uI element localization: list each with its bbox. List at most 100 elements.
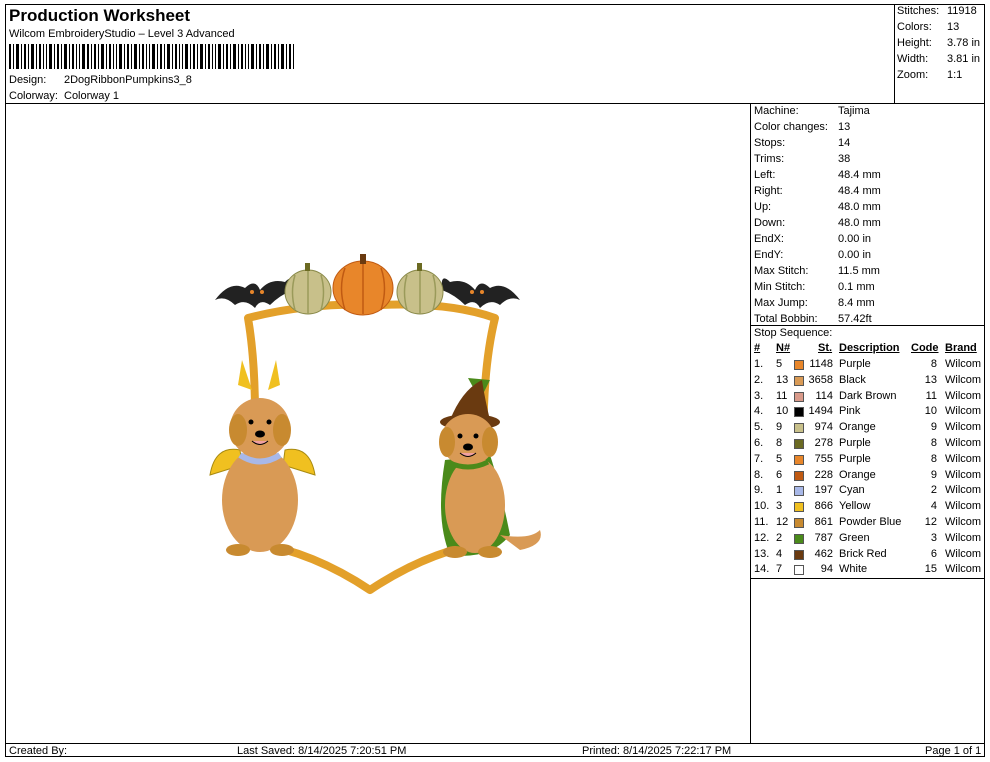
spec-value: 48.0 mm	[838, 217, 881, 229]
needle-number: 8	[776, 437, 783, 449]
needle-number: 10	[776, 405, 789, 418]
stop-number: 1.	[754, 358, 764, 370]
header-bottom-line	[5, 103, 985, 104]
stop-number: 14.	[754, 563, 770, 576]
needle-number: 13	[776, 373, 789, 386]
spec-label: Right:	[754, 185, 783, 197]
summary-label: Height:	[897, 37, 932, 49]
col-header-description: Description	[839, 342, 900, 354]
needle-number: 11	[776, 389, 788, 402]
stop-row: 8. 6 228 Orange 9 Wilcom	[754, 469, 984, 485]
spec-value: Tajima	[838, 105, 870, 117]
thread-color-swatch	[794, 439, 804, 449]
stop-number: 12.	[754, 531, 770, 544]
thread-brand: Wilcom	[945, 468, 982, 481]
stop-row: 14. 7 94 White 15 Wilcom	[754, 563, 984, 579]
stop-row: 5. 9 974 Orange 9 Wilcom	[754, 421, 984, 437]
stop-row: 4. 10 1494 Pink 10 Wilcom	[754, 405, 984, 421]
design-name: 2DogRibbonPumpkins3_8	[64, 74, 192, 86]
thread-color-swatch	[794, 391, 804, 402]
needle-number: 9	[776, 421, 783, 434]
spec-label: Up:	[754, 201, 772, 213]
spec-label: EndY:	[754, 249, 784, 261]
thread-code: 10	[924, 405, 937, 418]
thread-code: 4	[930, 500, 937, 513]
design-label: Design:	[9, 74, 47, 86]
footer-line	[5, 743, 985, 744]
thread-color-swatch	[794, 565, 804, 576]
stop-number: 4.	[754, 405, 764, 418]
spec-value: 8.4 mm	[838, 297, 875, 309]
stop-number: 9.	[754, 484, 764, 497]
thread-code: 8	[930, 358, 937, 370]
stitch-count: 228	[814, 468, 833, 481]
col-header-stitches: St.	[818, 342, 833, 354]
col-header-needle: N#	[776, 342, 791, 354]
summary-label: Zoom:	[897, 69, 929, 81]
stop-row: 12. 2 787 Green 3 Wilcom	[754, 532, 984, 548]
thread-brand: Wilcom	[945, 563, 982, 576]
barcode	[9, 44, 294, 69]
summary-value: 13	[947, 21, 960, 33]
stop-number: 5.	[754, 421, 764, 434]
thread-brand: Wilcom	[945, 500, 982, 513]
summary-value: 1:1	[947, 69, 963, 81]
thread-code: 15	[924, 563, 937, 576]
summary-label: Colors:	[897, 21, 932, 33]
stitch-count: 866	[814, 500, 833, 513]
spec-label: Machine:	[754, 105, 799, 117]
spec-value: 13	[838, 121, 851, 133]
stop-row: 1. 5 1148 Purple 8 Wilcom	[754, 358, 984, 374]
thread-color-swatch	[794, 454, 804, 465]
spec-label: Down:	[754, 217, 786, 229]
thread-brand: Wilcom	[945, 437, 982, 449]
stop-row: 13. 4 462 Brick Red 6 Wilcom	[754, 548, 984, 564]
stitch-count: 278	[814, 437, 833, 449]
thread-description: Orange	[839, 421, 876, 434]
stitch-count: 197	[814, 484, 833, 497]
stop-number: 13.	[754, 547, 770, 560]
thread-description: Purple	[839, 437, 871, 449]
thread-code: 8	[930, 437, 937, 449]
thread-brand: Wilcom	[945, 389, 982, 402]
stop-sequence-title: Stop Sequence:	[754, 327, 833, 339]
right-panel-divider	[750, 103, 751, 743]
needle-number: 5	[776, 358, 783, 370]
thread-brand: Wilcom	[945, 452, 982, 465]
thread-description: Pink	[839, 405, 861, 418]
stitch-count: 974	[814, 421, 833, 434]
thread-description: Black	[839, 373, 866, 386]
stitch-count: 114	[815, 389, 833, 402]
needle-number: 12	[776, 516, 789, 528]
thread-code: 2	[930, 484, 937, 497]
thread-color-swatch	[794, 360, 804, 370]
thread-brand: Wilcom	[945, 531, 982, 544]
thread-description: Cyan	[839, 484, 865, 497]
thread-code: 9	[930, 468, 937, 481]
needle-number: 7	[776, 563, 783, 576]
thread-color-swatch	[794, 549, 804, 560]
stop-row: 9. 1 197 Cyan 2 Wilcom	[754, 484, 984, 500]
col-header-code: Code	[911, 342, 939, 354]
software-name: Wilcom EmbroideryStudio – Level 3 Advanc…	[9, 28, 235, 40]
summary-value: 11918	[947, 5, 977, 17]
stitch-count: 3658	[808, 373, 833, 386]
colorway-value: Colorway 1	[64, 90, 120, 102]
summary-value: 3.81 in	[947, 53, 981, 65]
needle-number: 4	[776, 547, 783, 560]
needle-number: 2	[776, 531, 783, 544]
thread-description: Purple	[839, 358, 871, 370]
stitch-count: 94	[820, 563, 833, 576]
thread-description: Green	[839, 531, 870, 544]
created-by: Created By:	[9, 745, 68, 757]
thread-code: 3	[930, 531, 937, 544]
spec-label: Stops:	[754, 137, 786, 149]
spec-value: 0.1 mm	[838, 281, 875, 293]
spec-value: 48.4 mm	[838, 185, 881, 197]
thread-description: Brick Red	[839, 547, 887, 560]
stop-number: 6.	[754, 437, 764, 449]
thread-description: Dark Brown	[839, 389, 897, 402]
bat-right	[441, 278, 520, 308]
spec-label: Min Stitch:	[754, 281, 806, 293]
stitch-count: 462	[814, 547, 833, 560]
